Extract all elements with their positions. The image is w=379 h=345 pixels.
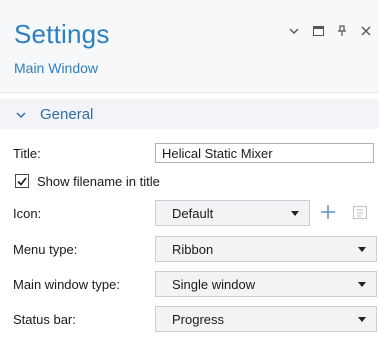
add-icon-button[interactable] (317, 201, 339, 223)
status-bar-label: Status bar: (13, 312, 76, 327)
maximize-icon[interactable] (311, 24, 325, 38)
window-controls (287, 24, 373, 38)
icon-select-arrow-icon (291, 211, 299, 216)
main-window-type-value: Single window (172, 277, 256, 292)
panel-header: Settings Main Window (0, 0, 379, 92)
main-window-type-arrow-icon (358, 282, 366, 287)
main-window-type-select[interactable]: Single window (155, 271, 377, 297)
show-filename-label: Show filename in title (37, 174, 160, 189)
status-bar-select[interactable]: Progress (155, 306, 377, 332)
add-icon (321, 205, 335, 219)
pin-icon[interactable] (335, 24, 349, 38)
close-icon[interactable] (359, 24, 373, 38)
menu-type-value: Ribbon (172, 242, 214, 257)
status-bar-arrow-icon (358, 317, 366, 322)
title-field[interactable]: Helical Static Mixer (155, 143, 374, 163)
icon-select-value: Default (172, 206, 214, 221)
panel-subtitle: Main Window (14, 60, 99, 76)
import-icon-button[interactable] (349, 201, 371, 223)
title-label: Title: (13, 146, 41, 161)
section-general-header[interactable]: General (0, 99, 379, 129)
dropdown-menu-icon[interactable] (287, 24, 301, 38)
show-filename-checkbox[interactable] (15, 174, 29, 188)
checkmark-icon (17, 177, 27, 186)
menu-type-label: Menu type: (13, 242, 78, 257)
chevron-down-icon (16, 107, 26, 125)
menu-type-arrow-icon (358, 247, 366, 252)
main-window-type-label: Main window type: (13, 277, 120, 292)
header-divider (0, 92, 379, 93)
section-general-label: General (40, 106, 94, 123)
import-icon (352, 205, 368, 219)
icon-label: Icon: (13, 206, 42, 221)
status-bar-value: Progress (172, 312, 225, 327)
menu-type-select[interactable]: Ribbon (155, 236, 377, 262)
panel-title: Settings (14, 19, 110, 49)
icon-select[interactable]: Default (155, 200, 310, 226)
